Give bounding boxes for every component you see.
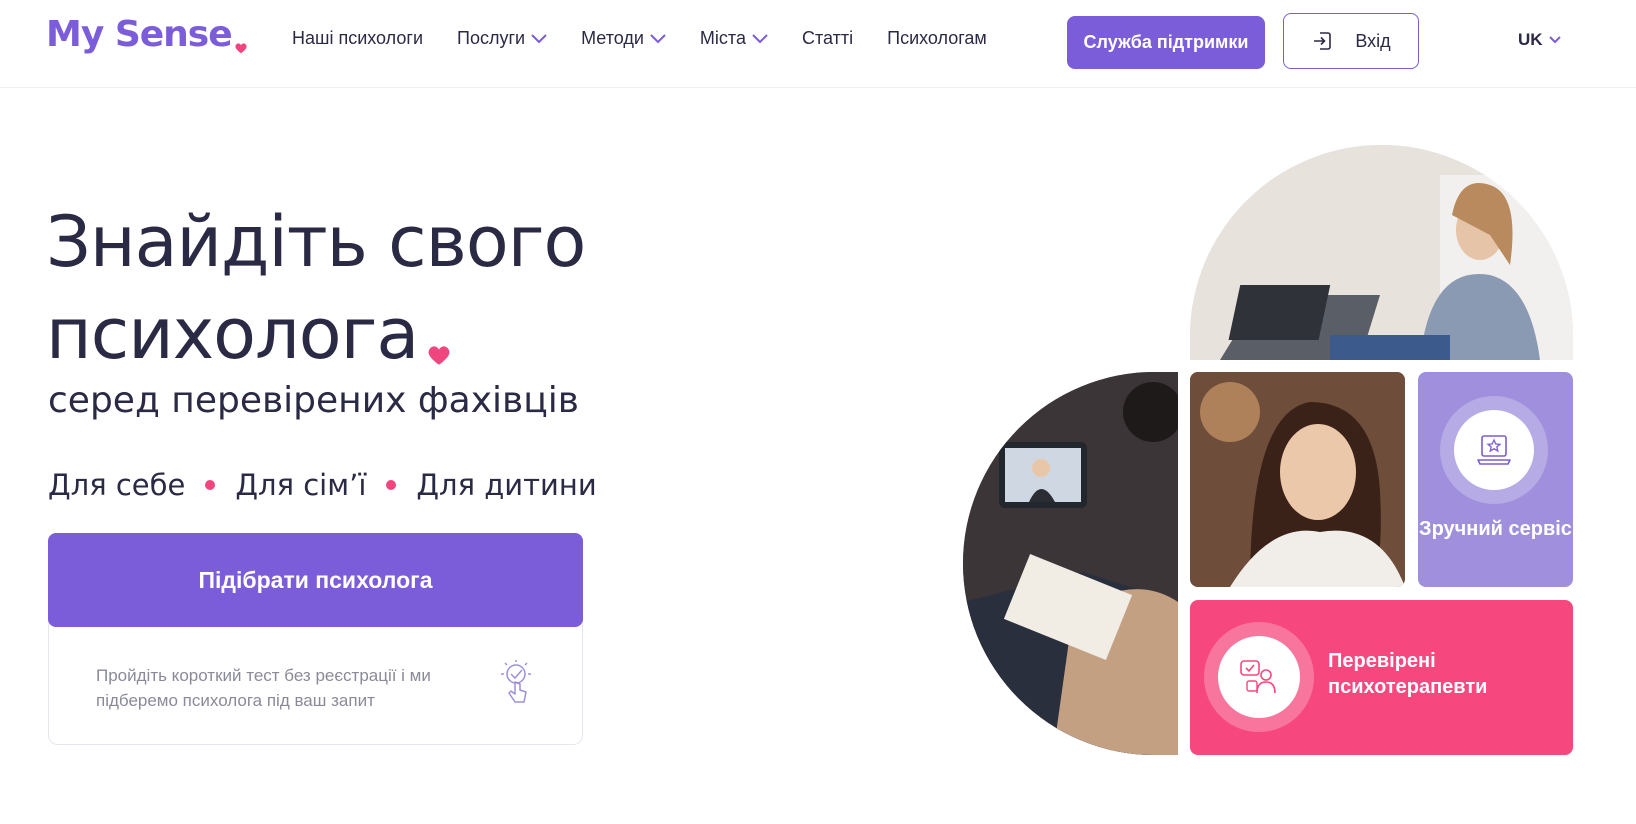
hero-title-line2-wrap: психолога (46, 288, 585, 380)
audience-item: Для сім’ї (235, 468, 367, 502)
tap-hand-icon (501, 660, 531, 703)
icon-badge (1218, 636, 1300, 718)
photo-woman-laptop (1190, 145, 1573, 360)
verified-label: Перевірені психотерапевти (1328, 650, 1488, 698)
login-icon (1314, 32, 1332, 50)
audience-item: Для дитини (416, 468, 597, 502)
login-label: Вхід (1355, 30, 1391, 51)
nav-item-services[interactable]: Послуги (457, 28, 547, 49)
nav-label: Послуги (457, 28, 526, 48)
photo-illustration (963, 372, 1178, 755)
site-header: My Sense Наші психологи Послуги Методи М… (0, 0, 1636, 88)
heart-icon (235, 43, 247, 54)
photo-illustration (1190, 145, 1573, 360)
hero-title-line2: психолога (46, 293, 419, 375)
photo-illustration (1190, 372, 1405, 587)
support-button[interactable]: Служба підтримки (1067, 16, 1265, 69)
icon-badge (1454, 410, 1534, 490)
chat-check-person-icon (1240, 660, 1276, 694)
hero-title: Знайдіть свого психолога (46, 196, 586, 380)
nav-item-for-psychologists[interactable]: Психологам (887, 28, 987, 49)
hero-subtitle: серед перевірених фахівців (48, 380, 579, 421)
logo-text: My Sense (46, 14, 233, 55)
nav-label: Наші психологи (292, 28, 424, 48)
cta-note: Пройдіть короткий тест без реєстрації і … (96, 666, 431, 710)
bullet-dot (205, 480, 216, 490)
card-verified-therapists: Перевірені психотерапевти (1190, 600, 1573, 755)
main-nav: Наші психологи Послуги Методи Міста Стат… (292, 28, 1021, 49)
nav-label: Міста (699, 28, 746, 48)
photo-smiling-woman (1190, 372, 1405, 587)
hero-title-line1: Знайдіть свого (46, 201, 586, 283)
chevron-down-icon (650, 33, 666, 43)
laptop-star-icon (1477, 435, 1511, 465)
nav-label: Психологам (887, 28, 987, 48)
bullet-dot (386, 480, 397, 490)
login-button[interactable]: Вхід (1283, 13, 1419, 69)
nav-item-methods[interactable]: Методи (581, 28, 666, 49)
nav-item-psychologists[interactable]: Наші психологи (292, 28, 423, 49)
nav-label: Методи (581, 28, 644, 48)
chevron-down-icon (531, 33, 547, 43)
heart-icon (428, 346, 450, 365)
logo[interactable]: My Sense (46, 14, 248, 58)
photo-online-session (963, 372, 1178, 755)
service-label: Зручний сервіс (1419, 518, 1572, 540)
chevron-down-icon (1548, 36, 1561, 44)
nav-item-articles[interactable]: Статті (802, 28, 853, 49)
nav-label: Статті (801, 28, 854, 48)
card-convenient-service: Зручний сервіс (1418, 372, 1573, 587)
find-psychologist-button[interactable]: Підібрати психолога (48, 533, 583, 627)
language-label: UK (1518, 30, 1543, 49)
nav-item-cities[interactable]: Міста (700, 28, 768, 49)
audience-item: Для себе (48, 468, 186, 502)
audience-list: Для себе Для сім’ї Для дитини (48, 468, 597, 502)
language-selector[interactable]: UK (1518, 30, 1561, 50)
chevron-down-icon (752, 33, 768, 43)
